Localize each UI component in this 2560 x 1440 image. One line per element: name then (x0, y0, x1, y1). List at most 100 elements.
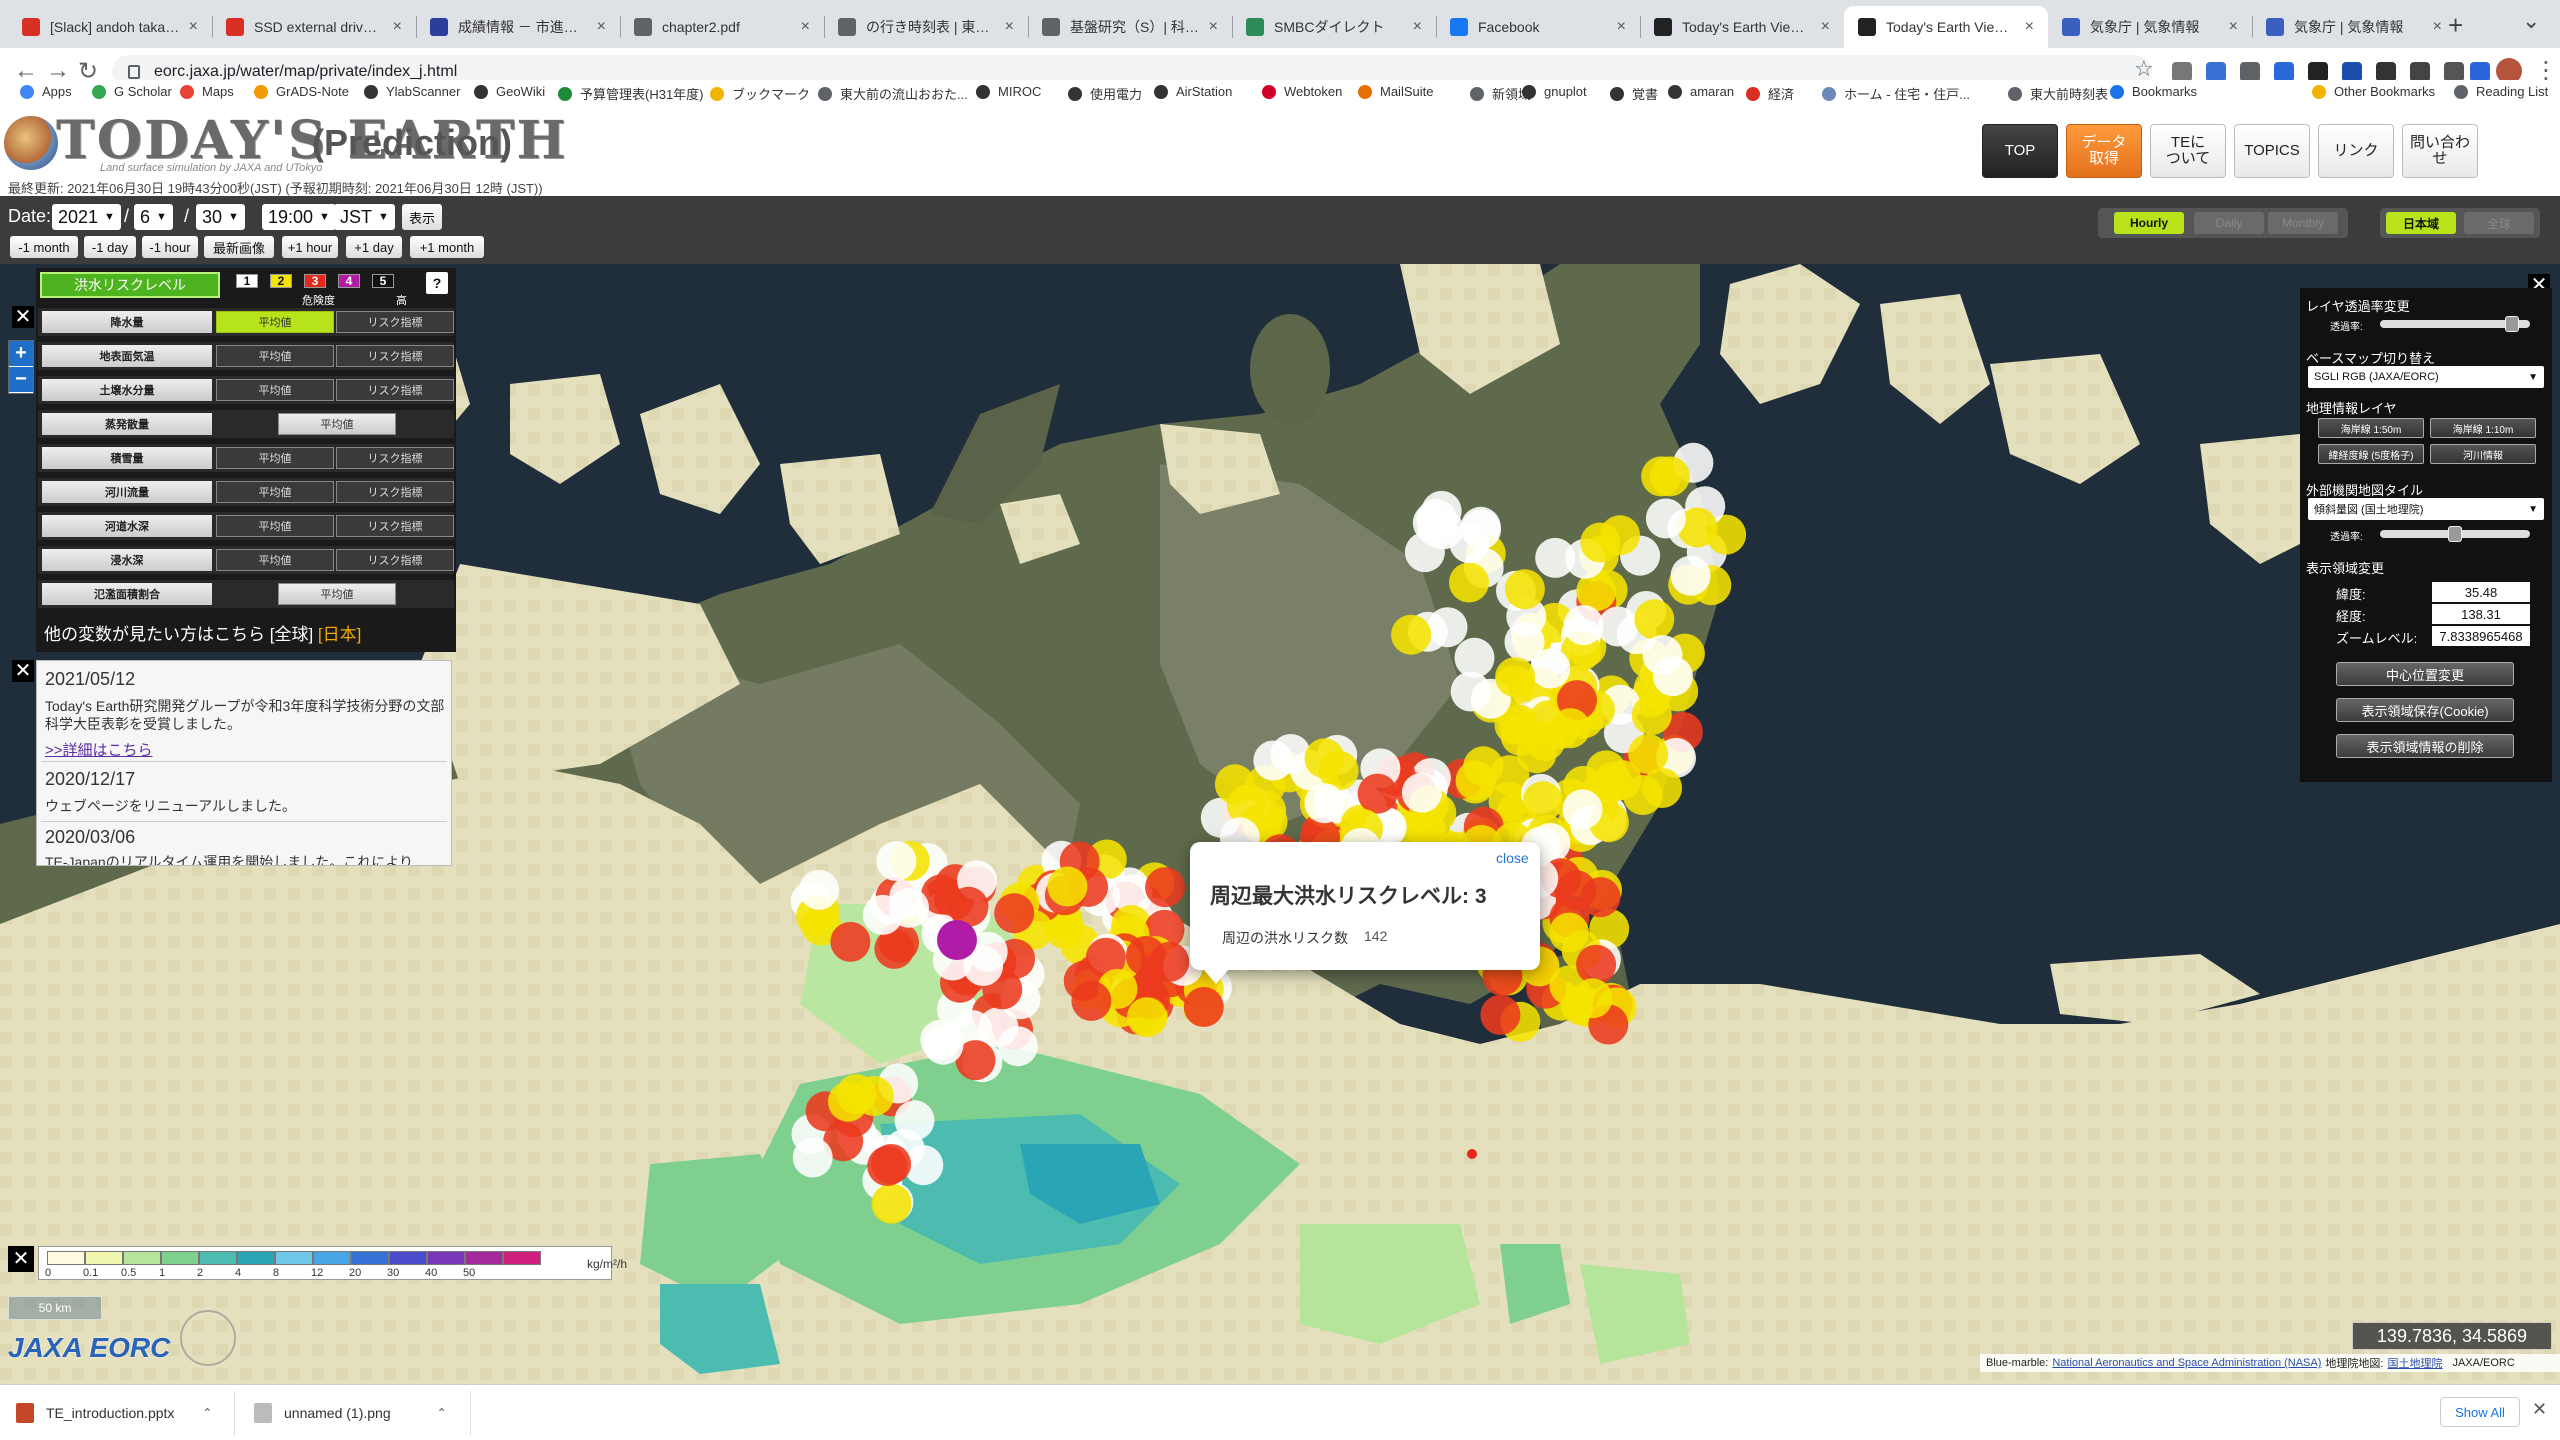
time-step-button[interactable]: +1 day (346, 236, 402, 258)
variable-name[interactable]: 地表面気温 (42, 345, 212, 367)
time-step-button[interactable]: -1 day (84, 236, 136, 258)
timezone-select[interactable]: JST ▼ (334, 204, 395, 230)
risk-index-button[interactable]: リスク指標 (336, 447, 454, 469)
tab-close-icon[interactable]: × (1617, 18, 1626, 36)
flood-risk-marker[interactable] (1580, 522, 1621, 563)
extension-icon[interactable] (2410, 62, 2430, 82)
browser-tab[interactable]: SMBCダイレクト × (1232, 6, 1436, 48)
bookmark-item[interactable]: Bookmarks (2110, 84, 2197, 99)
year-select[interactable]: 2021 ▼ (52, 204, 121, 230)
bookmark-item[interactable]: 東大前の流山おおた... (818, 84, 968, 103)
translate-extension-icon[interactable] (2206, 62, 2226, 82)
daily-button[interactable]: Daily (2194, 212, 2264, 234)
tab-close-icon[interactable]: × (2433, 18, 2442, 36)
bookmark-item[interactable]: Reading List (2454, 84, 2548, 99)
zoom-out-button[interactable]: − (9, 367, 33, 393)
bookmark-star-icon[interactable]: ☆ (2134, 56, 2154, 82)
close-layer-panel-icon[interactable]: ✕ (12, 306, 34, 328)
more-global-link[interactable]: [全球] (270, 625, 313, 644)
flood-risk-level-button[interactable]: 洪水リスクレベル (40, 272, 220, 298)
flood-risk-marker[interactable] (1357, 773, 1398, 814)
zoom-level-input[interactable]: 7.8338965468 (2432, 626, 2530, 646)
bookmark-item[interactable]: Apps (20, 84, 72, 99)
browser-tab[interactable]: chapter2.pdf × (620, 6, 824, 48)
flood-risk-marker[interactable] (997, 1026, 1038, 1067)
more-japan-link[interactable]: [日本] (318, 625, 361, 644)
time-step-button[interactable]: -1 hour (142, 236, 198, 258)
bookmark-item[interactable]: gnuplot (1522, 84, 1587, 99)
flood-risk-marker[interactable] (1500, 715, 1541, 756)
risk-index-button[interactable]: リスク指標 (336, 379, 454, 401)
slider-knob[interactable] (2448, 526, 2462, 542)
hourly-button[interactable]: Hourly (2114, 212, 2184, 234)
browser-tab[interactable]: 基盤研究（S）| 科学研究 × (1028, 6, 1232, 48)
nav-link[interactable]: リンク (2318, 124, 2394, 178)
flood-risk-marker[interactable] (1145, 867, 1186, 908)
river-info-button[interactable]: 河川情報 (2430, 444, 2536, 464)
nav-link[interactable]: データ 取得 (2066, 124, 2142, 178)
flood-risk-marker[interactable] (923, 1024, 964, 1065)
slider-knob[interactable] (2505, 316, 2519, 332)
extension-icon[interactable] (2240, 62, 2260, 82)
flood-risk-marker[interactable] (894, 1100, 935, 1141)
bookmark-item[interactable]: MIROC (976, 84, 1041, 99)
browser-tab[interactable]: Today's Earth Viewer × (1640, 6, 1844, 48)
bookmark-item[interactable]: AirStation (1154, 84, 1232, 99)
flood-risk-marker[interactable] (1645, 498, 1686, 539)
tab-close-icon[interactable]: × (1209, 18, 1218, 36)
gsi-link[interactable]: 国土地理院 (2387, 1355, 2442, 1371)
flood-risk-marker[interactable] (1572, 978, 1613, 1019)
tab-close-icon[interactable]: × (189, 18, 198, 36)
flood-risk-marker[interactable] (874, 928, 915, 969)
browser-tab[interactable]: 気象庁 | 気象情報 × (2252, 6, 2456, 48)
flood-risk-marker[interactable] (1642, 635, 1683, 676)
nasa-link[interactable]: National Aeronautics and Space Administr… (2052, 1357, 2321, 1369)
variable-name[interactable]: 降水量 (42, 311, 212, 333)
bookmark-item[interactable]: ホーム - 住宅・住戸... (1822, 84, 1970, 103)
tile-opacity-slider[interactable] (2380, 526, 2530, 542)
variable-name[interactable]: 積雪量 (42, 447, 212, 469)
coastline-10m-button[interactable]: 海岸線 1:10m (2430, 418, 2536, 438)
risk-index-button[interactable]: リスク指標 (336, 311, 454, 333)
average-button[interactable]: 平均値 (278, 583, 396, 605)
tab-close-icon[interactable]: × (2229, 18, 2238, 36)
tab-close-icon[interactable]: × (1413, 18, 1422, 36)
flood-risk-marker[interactable] (867, 1146, 908, 1186)
flood-risk-marker[interactable] (792, 1137, 833, 1178)
average-button[interactable]: 平均値 (278, 413, 396, 435)
show-button[interactable]: 表示 (402, 204, 442, 230)
flood-risk-marker[interactable] (1504, 569, 1545, 610)
lon-input[interactable]: 138.31 (2432, 604, 2530, 624)
variable-name[interactable]: 土壌水分量 (42, 379, 212, 401)
risk-index-button[interactable]: リスク指標 (336, 515, 454, 537)
average-button[interactable]: 平均値 (216, 481, 334, 503)
flood-risk-marker[interactable] (1495, 657, 1536, 698)
new-tab-button[interactable]: + (2448, 10, 2463, 41)
average-button[interactable]: 平均値 (216, 311, 334, 333)
basemap-select[interactable]: SGLI RGB (JAXA/EORC) ▼ (2308, 366, 2544, 388)
flood-risk-marker[interactable] (1149, 941, 1190, 982)
download-item[interactable]: TE_introduction.pptx ⌃ (16, 1395, 212, 1431)
download-item[interactable]: unnamed (1).png ⌃ (254, 1395, 447, 1431)
flood-risk-marker[interactable] (1253, 740, 1294, 781)
flood-risk-marker[interactable] (1401, 772, 1442, 813)
variable-name[interactable]: 氾濫面積割合 (42, 583, 212, 605)
average-button[interactable]: 平均値 (216, 515, 334, 537)
chevron-up-icon[interactable]: ⌃ (202, 1406, 212, 1420)
flood-risk-marker[interactable] (1214, 764, 1255, 805)
flood-risk-marker[interactable] (1071, 980, 1112, 1021)
flood-risk-marker[interactable] (1449, 562, 1489, 603)
tile-select[interactable]: 傾斜量図 (国土地理院) ▼ (2308, 498, 2544, 520)
lat-input[interactable]: 35.48 (2432, 582, 2530, 602)
variable-name[interactable]: 河川流量 (42, 481, 212, 503)
flood-risk-marker[interactable] (1304, 783, 1345, 824)
browser-tab[interactable]: SSD external drive - kei × (212, 6, 416, 48)
time-step-button[interactable]: +1 hour (282, 236, 338, 258)
save-view-button[interactable]: 表示領域保存(Cookie) (2336, 698, 2514, 722)
nav-link[interactable]: TEに ついて (2150, 124, 2226, 178)
browser-tab[interactable]: 気象庁 | 気象情報 × (2048, 6, 2252, 48)
flood-risk-marker[interactable] (1563, 605, 1604, 646)
flood-risk-marker[interactable] (1183, 987, 1224, 1027)
tab-close-icon[interactable]: × (1005, 18, 1014, 36)
extension-icon[interactable] (2376, 62, 2396, 82)
